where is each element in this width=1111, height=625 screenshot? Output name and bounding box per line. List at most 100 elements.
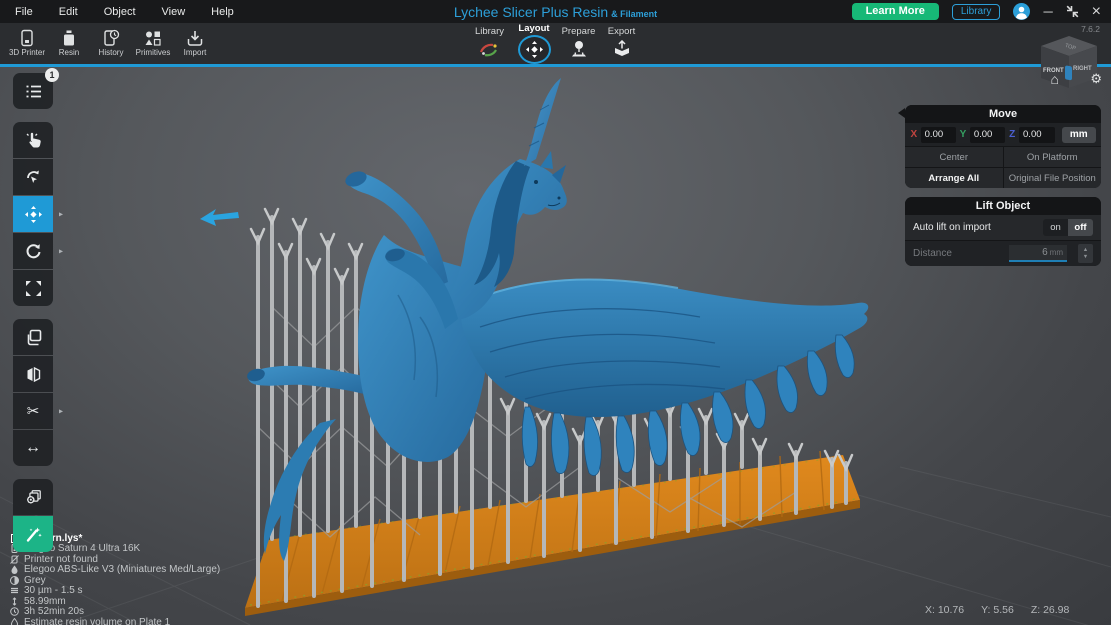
time-icon xyxy=(10,607,19,616)
mode-tabs: Library Layout Prepare Export xyxy=(468,23,643,64)
orientation-arrow xyxy=(200,209,239,226)
tab-layout[interactable]: Layout xyxy=(511,23,557,64)
stepper-down-icon[interactable]: ▼ xyxy=(1083,254,1088,261)
close-button[interactable]: × xyxy=(1092,4,1101,20)
batch-settings-button[interactable] xyxy=(13,479,53,515)
wing xyxy=(460,279,869,418)
scissors-icon: ✂ xyxy=(26,403,40,420)
cube-face-right: RIGHT xyxy=(1073,66,1092,72)
on-platform-button[interactable]: On Platform xyxy=(1003,147,1101,167)
layout-move-icon xyxy=(525,41,543,58)
tab-export[interactable]: Export xyxy=(600,23,643,64)
distance-input[interactable]: 6 mm xyxy=(1009,245,1067,262)
move-y-input[interactable]: 0.00 xyxy=(969,126,1006,143)
nostril xyxy=(557,196,561,200)
cut-options-chevron[interactable]: ▸ xyxy=(59,407,63,416)
move-x-input[interactable]: 0.00 xyxy=(920,126,957,143)
duplicate-icon xyxy=(27,329,41,345)
main-toolbar: 3D Printer Resin History Primitives Impo… xyxy=(0,23,1111,67)
tab-prepare[interactable]: Prepare xyxy=(557,23,600,64)
duplicate-tool-button[interactable] xyxy=(13,319,53,355)
lychee-slicer-window: File Edit Object View Help Lychee Slicer… xyxy=(0,0,1111,625)
primitives-icon xyxy=(145,31,161,46)
maximize-button[interactable] xyxy=(1066,5,1079,18)
view-cube[interactable]: TOP FRONT RIGHT xyxy=(1041,36,1097,88)
stepper-up-icon[interactable]: ▲ xyxy=(1083,247,1088,254)
rotate-options-chevron[interactable]: ▸ xyxy=(59,247,63,256)
move-z-input[interactable]: 0.00 xyxy=(1019,126,1055,143)
scale-tool-button[interactable] xyxy=(13,270,53,306)
status-resin-volume: Estimate resin volume on Plate 1 xyxy=(10,617,220,625)
flip-icon: ↔ xyxy=(25,439,41,456)
status-layer-height: 30 µm - 1.5 s xyxy=(10,585,220,596)
lift-panel-header[interactable]: Lift Object xyxy=(905,197,1101,214)
height-icon xyxy=(12,596,17,606)
select-tool-button[interactable] xyxy=(13,122,53,158)
export-icon xyxy=(614,40,629,56)
axis-z-label: Z xyxy=(1009,129,1016,140)
move-icon xyxy=(24,205,42,223)
menu-file[interactable]: File xyxy=(15,6,33,18)
mirror-tool-button[interactable] xyxy=(13,356,53,392)
auto-lift-label: Auto lift on import xyxy=(913,222,991,233)
scene-list-button[interactable]: 1 xyxy=(13,68,59,109)
menu-view[interactable]: View xyxy=(162,6,186,18)
toolbar-import[interactable]: Import xyxy=(174,25,216,57)
toolbar-primitives[interactable]: Primitives xyxy=(132,25,174,57)
lift-object-panel: Lift Object Auto lift on import on off D… xyxy=(905,197,1101,266)
active-tab-ring xyxy=(517,35,551,64)
tab-library[interactable]: Library xyxy=(468,23,511,64)
magic-tool-button[interactable] xyxy=(13,516,53,552)
rotate-icon xyxy=(26,243,40,258)
home-view-button[interactable]: ⌂ xyxy=(1051,71,1059,87)
original-file-position-button[interactable]: Original File Position xyxy=(1003,168,1101,188)
status-height: 58.99mm xyxy=(10,596,220,607)
auto-lift-off-button[interactable]: off xyxy=(1068,219,1093,236)
resin-bottle-icon xyxy=(64,30,74,46)
status-resin: Elegoo ABS-Like V3 (Miniatures Med/Large… xyxy=(10,564,220,575)
batch-gear-icon xyxy=(26,489,41,503)
cursor-rotate-icon xyxy=(26,170,39,183)
move-options-chevron[interactable]: ▸ xyxy=(59,210,63,219)
panel-collapse-handle[interactable] xyxy=(898,108,905,118)
cut-tool-button[interactable]: ✂ ▸ xyxy=(13,393,63,429)
horn xyxy=(524,78,561,166)
auto-lift-on-button[interactable]: on xyxy=(1043,219,1068,236)
auto-lift-toggle: on off xyxy=(1043,219,1093,236)
move-panel-header[interactable]: Move xyxy=(898,105,1101,122)
minimize-button[interactable]: ─ xyxy=(1043,5,1052,18)
toolbar-resin[interactable]: Resin xyxy=(48,25,90,57)
build-raft xyxy=(245,450,860,616)
move-tool-button[interactable]: ▸ xyxy=(13,196,63,232)
menu-bar: File Edit Object View Help xyxy=(0,6,234,18)
learn-more-button[interactable]: Learn More xyxy=(851,3,939,20)
scale-icon xyxy=(25,280,41,296)
flip-tool-button[interactable]: ↔ xyxy=(13,430,53,466)
magic-wand-icon xyxy=(26,527,42,542)
center-button[interactable]: Center xyxy=(905,147,1003,167)
ear xyxy=(540,151,553,169)
transform-gizmo-button[interactable] xyxy=(13,159,53,195)
viewport-settings-button[interactable]: ⚙ xyxy=(1090,71,1102,87)
library-button[interactable]: Library xyxy=(951,3,1001,20)
user-avatar-icon[interactable] xyxy=(1013,3,1031,20)
status-color: Grey xyxy=(10,575,220,586)
toolbar-3d-printer[interactable]: 3D Printer xyxy=(6,25,48,57)
menu-object[interactable]: Object xyxy=(104,6,136,18)
coord-z: Z: 26.98 xyxy=(1030,604,1070,616)
unit-toggle-button[interactable]: mm xyxy=(1061,126,1096,143)
axis-x-label: X xyxy=(910,129,918,140)
move-panel: Move X 0.00 Y 0.00 Z 0.00 mm Center On P… xyxy=(898,105,1101,188)
menu-help[interactable]: Help xyxy=(211,6,234,18)
coord-y: Y: 5.56 xyxy=(981,604,1014,616)
scene-count-badge: 1 xyxy=(45,68,59,82)
arrange-all-button[interactable]: Arrange All xyxy=(905,168,1003,188)
rotate-tool-button[interactable]: ▸ xyxy=(13,233,63,269)
viewport-3d[interactable]: 1 ▸ ▸ ✂ ▸ ↔ Move X 0.00 Y 0.00 Z 0.00 mm… xyxy=(0,67,1111,625)
toolbar-history[interactable]: History xyxy=(90,25,132,57)
coord-x: X: 10.76 xyxy=(925,604,965,616)
eye xyxy=(534,180,538,184)
menu-edit[interactable]: Edit xyxy=(59,6,78,18)
distance-stepper[interactable]: ▲ ▼ xyxy=(1078,244,1093,263)
mirror-icon xyxy=(27,366,40,382)
